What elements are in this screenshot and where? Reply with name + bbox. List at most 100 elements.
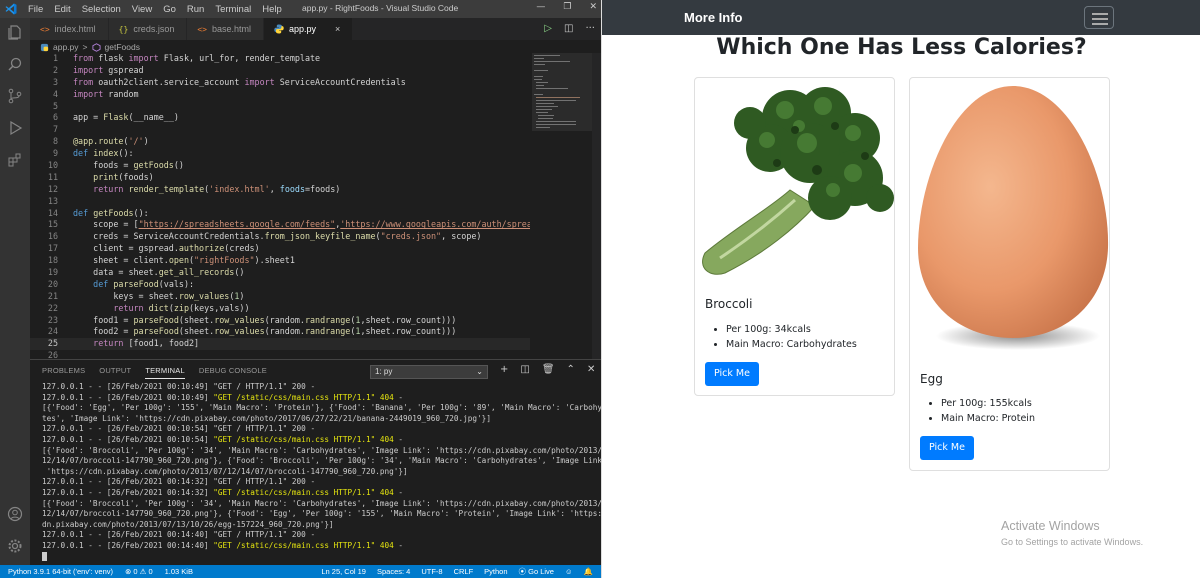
go-live-button[interactable]: ⦿ Go Live bbox=[519, 565, 554, 578]
menu-help[interactable]: Help bbox=[262, 4, 282, 15]
language-mode[interactable]: Python bbox=[484, 565, 507, 578]
code-line[interactable]: 2 import gspread bbox=[30, 65, 530, 77]
split-editor-icon[interactable]: ◫ bbox=[564, 23, 573, 34]
tab-debug-console[interactable]: DEBUG CONSOLE bbox=[199, 366, 267, 379]
code-line[interactable]: 26 bbox=[30, 350, 530, 359]
code-line[interactable]: 17 client = gspread.authorize(creds) bbox=[30, 243, 530, 255]
code-line[interactable]: 19 data = sheet.get_all_records() bbox=[30, 267, 530, 279]
code-line[interactable]: 7 bbox=[30, 124, 530, 136]
browser-page: More Info Which One Has Less Calories? B… bbox=[601, 0, 1200, 578]
code-line[interactable]: 15 scope = ["https://spreadsheets.google… bbox=[30, 219, 530, 231]
code-text: data = sheet.get_all_records() bbox=[73, 267, 245, 278]
code-editor[interactable]: 1 from flask import Flask, url_for, rende… bbox=[30, 53, 530, 359]
line-number: 18 bbox=[47, 255, 58, 266]
page-heading: Which One Has Less Calories? bbox=[716, 35, 1087, 60]
code-line[interactable]: 23 food1 = parseFood(sheet.row_values(ra… bbox=[30, 315, 530, 327]
cursor-position[interactable]: Ln 25, Col 19 bbox=[321, 565, 366, 578]
python-interpreter[interactable]: Python 3.9.1 64-bit ('env': venv) bbox=[8, 565, 113, 578]
code-line[interactable]: 16 creds = ServiceAccountCredentials.fro… bbox=[30, 231, 530, 243]
close-panel-icon[interactable]: ✕ bbox=[587, 364, 595, 375]
code-text: import random bbox=[73, 88, 139, 99]
explorer-icon[interactable] bbox=[7, 24, 23, 40]
window-title: app.py - RightFoods - Visual Studio Code bbox=[302, 3, 459, 13]
code-text: food1 = parseFood(sheet.row_values(rando… bbox=[73, 314, 457, 325]
notifications-bell-icon[interactable]: 🔔 bbox=[584, 565, 593, 578]
code-line[interactable]: 22 return dict(zip(keys,vals)) bbox=[30, 303, 530, 315]
tab-terminal[interactable]: TERMINAL bbox=[145, 366, 185, 379]
minimize-icon[interactable]: — bbox=[536, 2, 545, 12]
problems-count[interactable]: ⊗ 0 ⚠ 0 bbox=[125, 565, 153, 578]
search-icon[interactable] bbox=[7, 56, 23, 72]
code-line[interactable]: 6 app = Flask(__name__) bbox=[30, 112, 530, 124]
code-text: food2 = parseFood(sheet.row_values(rando… bbox=[73, 326, 457, 337]
code-line[interactable]: 12 return render_template('index.html', … bbox=[30, 184, 530, 196]
menu-view[interactable]: View bbox=[132, 4, 152, 15]
source-control-icon[interactable] bbox=[7, 88, 23, 104]
tab-index-html[interactable]: <> index.html bbox=[30, 18, 109, 40]
run-file-icon[interactable]: ▷ bbox=[544, 23, 552, 34]
code-line[interactable]: 1 from flask import Flask, url_for, rende… bbox=[30, 53, 530, 65]
calories-per-100g: Per 100g: 34kcals bbox=[726, 324, 857, 335]
code-line[interactable]: 14 def getFoods(): bbox=[30, 208, 530, 220]
menu-terminal[interactable]: Terminal bbox=[215, 4, 251, 15]
settings-gear-icon[interactable] bbox=[7, 538, 23, 554]
terminal-output[interactable]: 127.0.0.1 - - [26/Feb/2021 00:10:49] "GE… bbox=[42, 382, 616, 563]
minimap[interactable] bbox=[532, 53, 592, 359]
code-line[interactable]: 9 def index(): bbox=[30, 148, 530, 160]
extensions-icon[interactable] bbox=[7, 152, 23, 168]
code-line[interactable]: 5 bbox=[30, 101, 530, 113]
maximize-panel-icon[interactable]: ⌃ bbox=[567, 364, 575, 375]
breadcrumb-file[interactable]: app.py bbox=[53, 42, 79, 52]
line-number: 26 bbox=[47, 350, 58, 359]
tab-output[interactable]: OUTPUT bbox=[99, 366, 131, 379]
menu-selection[interactable]: Selection bbox=[82, 4, 121, 15]
split-terminal-icon[interactable]: ◫ bbox=[520, 364, 529, 375]
python-file-icon bbox=[274, 24, 284, 34]
run-debug-icon[interactable] bbox=[7, 120, 23, 136]
menu-run[interactable]: Run bbox=[187, 4, 204, 15]
code-line[interactable]: 11 print(foods) bbox=[30, 172, 530, 184]
close-icon[interactable]: ✕ bbox=[589, 2, 597, 12]
terminal-line: tes', 'Image Link': 'https://cdn.pixabay… bbox=[42, 413, 491, 423]
code-line[interactable]: 8 @app.route('/') bbox=[30, 136, 530, 148]
code-line[interactable]: 3 from oauth2client.service_account impor… bbox=[30, 77, 530, 89]
code-line[interactable]: 4 import random bbox=[30, 89, 530, 101]
menu-edit[interactable]: Edit bbox=[54, 4, 70, 15]
code-line[interactable]: 10 foods = getFoods() bbox=[30, 160, 530, 172]
code-line[interactable]: 21 keys = sheet.row_values(1) bbox=[30, 291, 530, 303]
tab-app-py[interactable]: app.py × bbox=[264, 18, 354, 40]
main-macro: Main Macro: Carbohydrates bbox=[726, 339, 857, 350]
pick-me-button[interactable]: Pick Me bbox=[705, 362, 759, 386]
tab-creds-json[interactable]: {} creds.json bbox=[108, 18, 188, 40]
activate-windows-watermark: Activate Windows Go to Settings to activ… bbox=[1001, 519, 1143, 547]
account-icon[interactable] bbox=[7, 506, 23, 522]
code-line[interactable]: 20 def parseFood(vals): bbox=[30, 279, 530, 291]
menu-go[interactable]: Go bbox=[163, 4, 176, 15]
line-number: 17 bbox=[47, 243, 58, 254]
editor-scrollbar[interactable] bbox=[592, 53, 601, 359]
code-line[interactable]: 13 bbox=[30, 196, 530, 208]
terminal-select[interactable]: 1: py ⌄ bbox=[370, 365, 488, 379]
tab-problems[interactable]: PROBLEMS bbox=[42, 366, 85, 379]
feedback-icon[interactable]: ☺ bbox=[565, 565, 573, 578]
more-actions-icon[interactable]: ··· bbox=[585, 23, 595, 34]
breadcrumb-symbol[interactable]: getFoods bbox=[105, 42, 140, 52]
panel-tabs: PROBLEMS OUTPUT TERMINAL DEBUG CONSOLE bbox=[42, 366, 267, 379]
code-line[interactable]: 25 return [food1, food2] bbox=[30, 338, 530, 351]
maximize-icon[interactable]: ❐ bbox=[563, 2, 571, 12]
encoding[interactable]: UTF-8 bbox=[421, 565, 442, 578]
navbar-toggler-button[interactable] bbox=[1084, 6, 1114, 29]
tab-base-html[interactable]: <> base.html bbox=[187, 18, 265, 40]
line-number: 14 bbox=[47, 207, 58, 218]
code-line[interactable]: 18 sheet = client.open("rightFoods").she… bbox=[30, 255, 530, 267]
navbar-brand[interactable]: More Info bbox=[684, 10, 743, 25]
indentation[interactable]: Spaces: 4 bbox=[377, 565, 410, 578]
trash-icon[interactable]: 🗑 bbox=[542, 364, 555, 375]
close-tab-icon[interactable]: × bbox=[335, 24, 340, 34]
line-ending[interactable]: CRLF bbox=[454, 565, 474, 578]
code-line[interactable]: 24 food2 = parseFood(sheet.row_values(ra… bbox=[30, 326, 530, 338]
new-terminal-icon[interactable]: + bbox=[500, 364, 508, 375]
terminal-prompt-line[interactable] bbox=[42, 552, 598, 563]
pick-me-button[interactable]: Pick Me bbox=[920, 436, 974, 460]
menu-file[interactable]: File bbox=[28, 4, 43, 15]
